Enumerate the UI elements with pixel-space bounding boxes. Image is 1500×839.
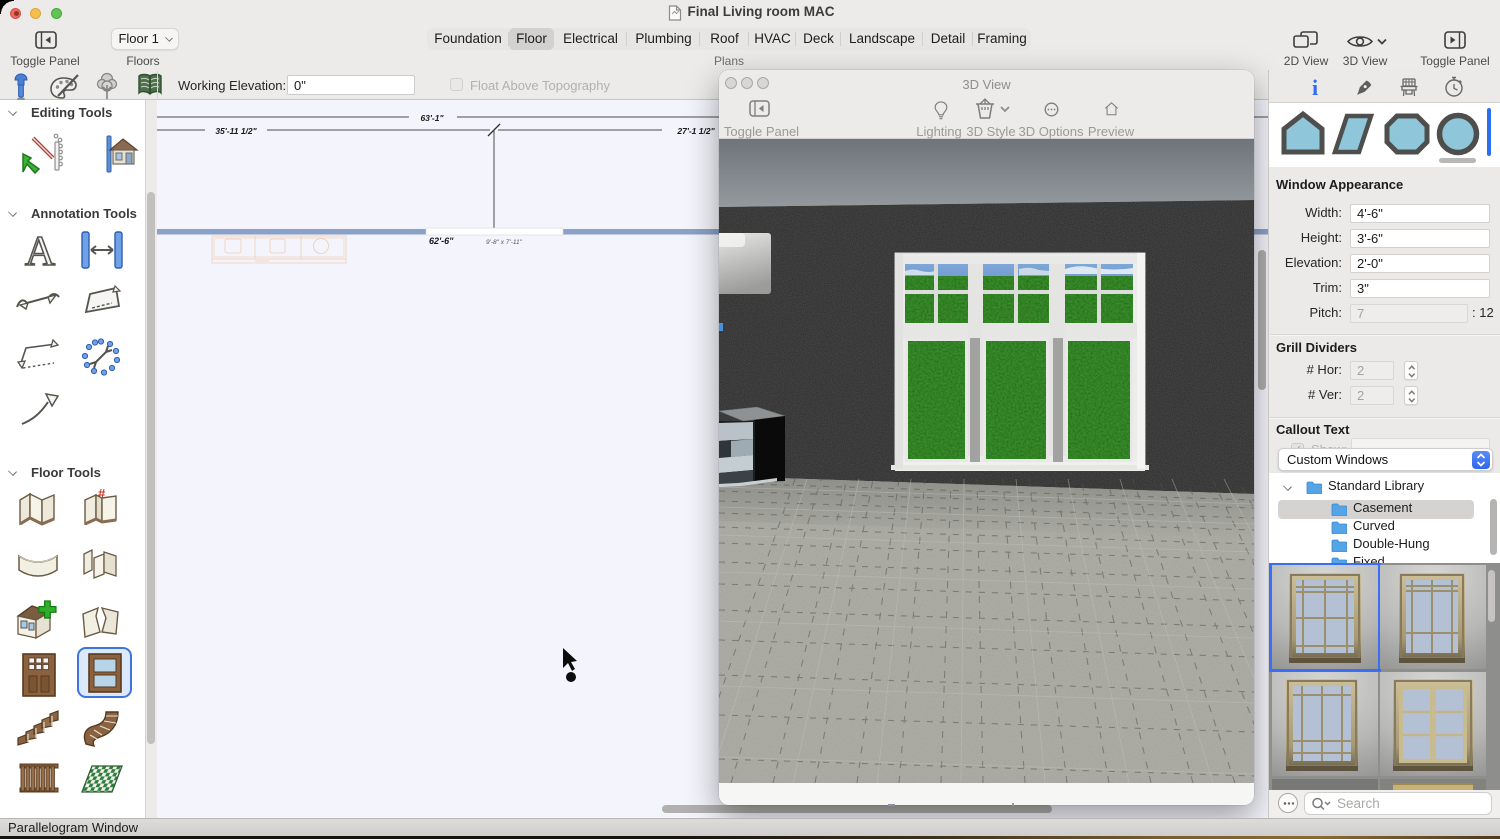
- svg-text:35'-11 1/2": 35'-11 1/2": [215, 126, 257, 136]
- svg-text:62'-6": 62'-6": [429, 236, 454, 246]
- svg-text:63'-1": 63'-1": [420, 113, 444, 123]
- svg-text:A: A: [25, 230, 56, 270]
- svg-text:9'-8" x 7'-11": 9'-8" x 7'-11": [486, 239, 523, 246]
- svg-text:27'-1 1/2": 27'-1 1/2": [676, 126, 715, 136]
